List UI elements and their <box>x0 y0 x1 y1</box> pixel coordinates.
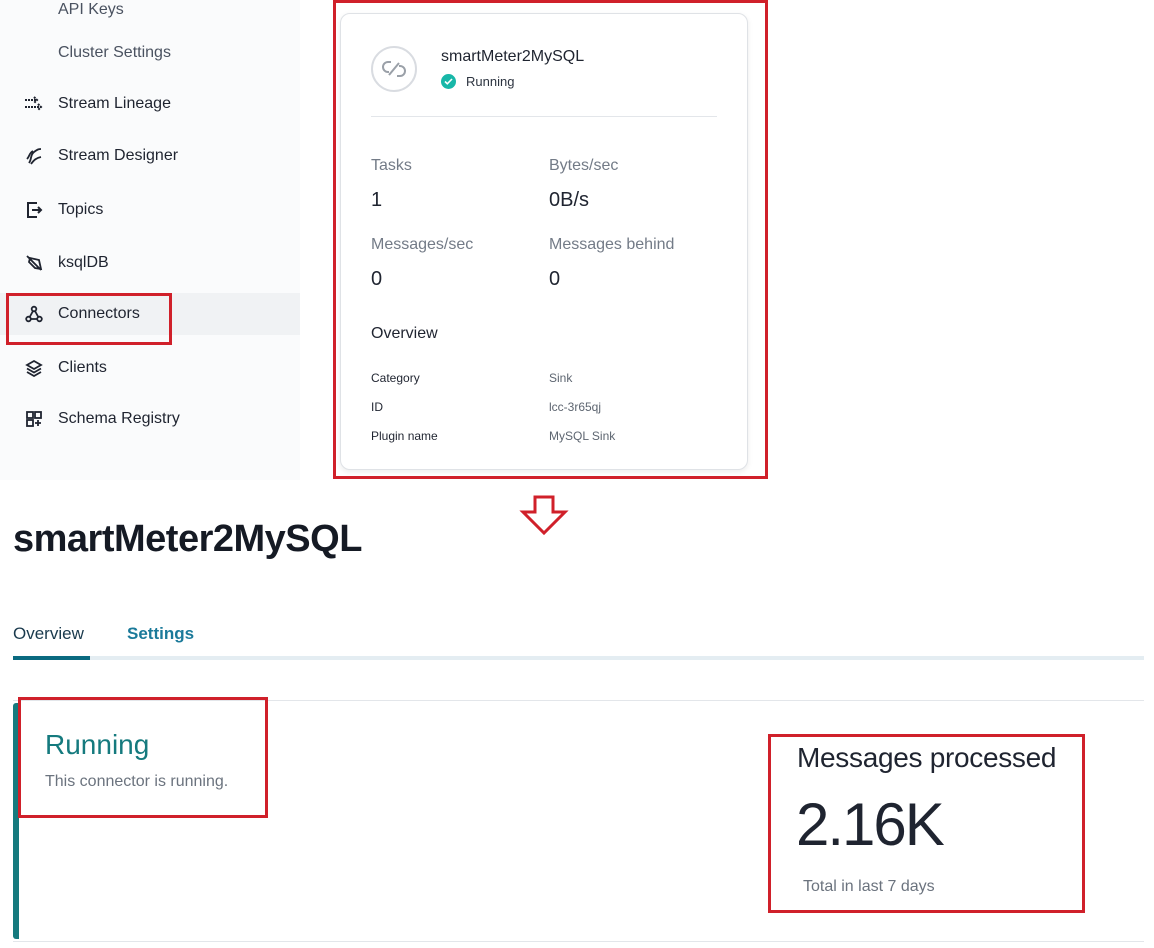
clients-icon <box>24 358 44 378</box>
sidebar-item-label: Topics <box>58 201 104 218</box>
topics-icon <box>24 200 44 220</box>
messages-processed-title: Messages processed <box>797 742 1057 773</box>
messages-per-sec-label: Messages/sec <box>371 236 474 253</box>
sidebar-item-label: Stream Designer <box>58 147 179 164</box>
sidebar-item-connectors[interactable]: Connectors <box>0 293 300 335</box>
page-title: smartMeter2MySQL <box>13 518 362 560</box>
ksqldb-icon <box>24 253 44 273</box>
stream-designer-icon <box>24 146 44 166</box>
status-accent-bar <box>13 703 19 939</box>
messages-processed-value: 2.16K <box>796 791 945 858</box>
sidebar: API Keys Cluster Settings Stream Lineage… <box>0 0 300 480</box>
sidebar-item-stream-designer[interactable]: Stream Designer <box>0 135 300 177</box>
sidebar-item-label: Connectors <box>58 305 140 322</box>
messages-behind-value: 0 <box>549 268 561 290</box>
connectors-icon <box>24 304 44 324</box>
overview-key: Plugin name <box>371 429 438 443</box>
messages-per-sec-value: 0 <box>371 268 383 290</box>
sidebar-item-stream-lineage[interactable]: Stream Lineage <box>0 83 300 125</box>
bytes-per-sec-label: Bytes/sec <box>549 157 619 174</box>
stream-lineage-icon <box>24 94 44 114</box>
overview-value: Sink <box>549 371 573 385</box>
messages-behind-label: Messages behind <box>549 236 675 253</box>
overview-value: MySQL Sink <box>549 429 616 443</box>
messages-processed-subtitle: Total in last 7 days <box>803 878 935 895</box>
tab-track <box>13 656 1144 660</box>
connector-card[interactable]: smartMeter2MySQL Running Tasks 1 Bytes/s… <box>340 13 748 470</box>
status-description: This connector is running. <box>45 773 229 790</box>
overview-value: lcc-3r65qj <box>549 400 602 414</box>
tab-active-indicator <box>13 656 90 660</box>
tab-settings[interactable]: Settings <box>127 624 194 644</box>
schema-registry-icon <box>24 409 44 429</box>
connector-status-label: Running <box>466 74 515 89</box>
tasks-value: 1 <box>371 189 383 211</box>
sidebar-item-ksqldb[interactable]: ksqlDB <box>0 242 300 284</box>
sidebar-subitem-cluster-settings[interactable]: Cluster Settings <box>58 44 171 62</box>
connector-status: Running <box>441 74 514 89</box>
sidebar-item-label: Clients <box>58 359 107 376</box>
overview-key: Category <box>371 371 420 385</box>
overview-heading: Overview <box>371 325 438 342</box>
sidebar-item-clients[interactable]: Clients <box>0 347 300 389</box>
sidebar-item-label: Stream Lineage <box>58 95 171 112</box>
connector-logo-icon <box>371 46 417 92</box>
sidebar-item-schema-registry[interactable]: Schema Registry <box>0 398 300 440</box>
card-divider <box>371 116 717 117</box>
status-panel <box>13 700 1144 942</box>
sidebar-item-label: Schema Registry <box>58 410 180 427</box>
status-title: Running <box>45 729 150 760</box>
sidebar-item-label: ksqlDB <box>58 254 109 271</box>
check-circle-icon <box>441 74 456 89</box>
tab-overview[interactable]: Overview <box>13 624 84 644</box>
connector-card-title[interactable]: smartMeter2MySQL <box>441 48 584 66</box>
sidebar-item-topics[interactable]: Topics <box>0 189 300 231</box>
tasks-label: Tasks <box>371 157 412 174</box>
sidebar-subitem-api-keys[interactable]: API Keys <box>58 1 124 19</box>
bytes-per-sec-value: 0B/s <box>549 189 590 211</box>
overview-key: ID <box>371 400 383 414</box>
down-arrow-icon <box>519 494 569 541</box>
